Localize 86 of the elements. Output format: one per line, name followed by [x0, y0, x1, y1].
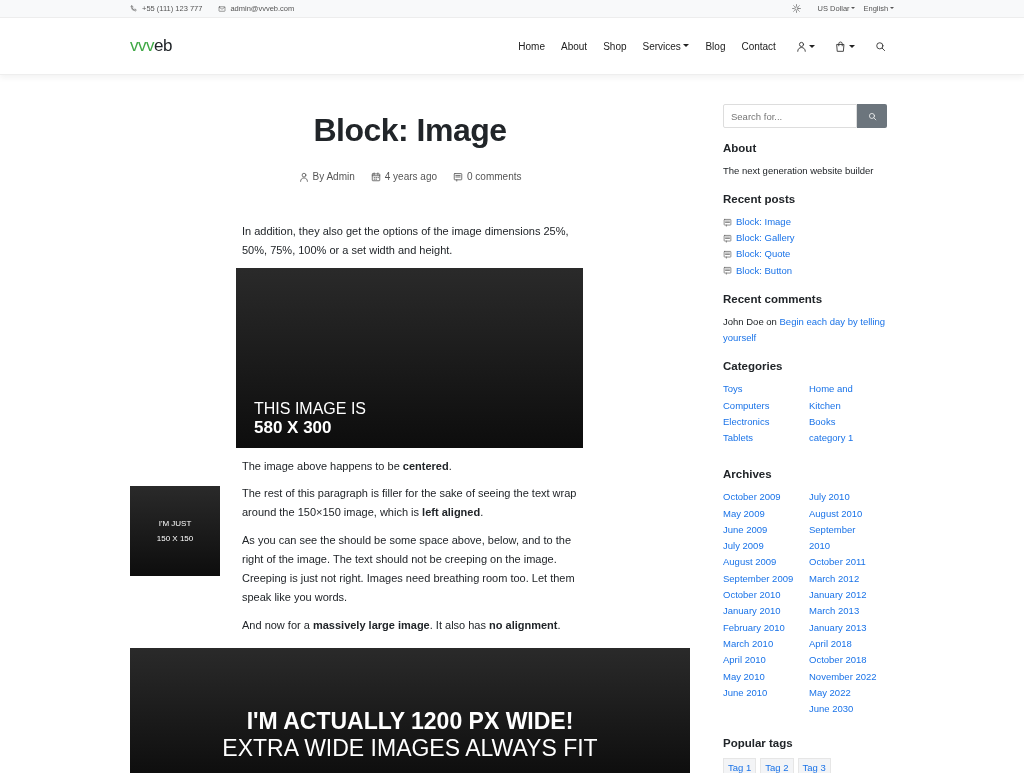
archive-link[interactable]: November 2022: [809, 668, 877, 685]
archive-link[interactable]: June 2009: [723, 521, 809, 539]
image-caption-text: I'M JUST: [158, 518, 192, 531]
paragraph: And now for a massively large image. It also has no alignment.: [242, 618, 562, 634]
post-icon: [723, 217, 732, 227]
section-heading: Recent posts: [723, 193, 797, 207]
tag-link[interactable]: Tag 3: [797, 758, 831, 773]
category-link[interactable]: Books: [809, 413, 877, 431]
section-heading: About: [723, 142, 758, 156]
category-link[interactable]: Toys: [723, 381, 809, 398]
image-caption-text: EXTRA WIDE IMAGES ALWAYS FIT: [222, 735, 598, 763]
archive-link[interactable]: October 2009: [723, 489, 809, 506]
section-heading: Archives: [723, 468, 773, 483]
archive-link[interactable]: January 2012: [809, 587, 877, 604]
user-icon: [795, 40, 807, 52]
search-field[interactable]: Search for...: [723, 104, 857, 128]
post-link[interactable]: Block: Quote: [736, 246, 791, 263]
nav-link[interactable]: Shop: [595, 38, 635, 54]
image-caption-text: THIS IMAGE IS: [254, 399, 367, 419]
archive-link[interactable]: September 2009: [723, 570, 809, 588]
shopping-bag-icon: [835, 40, 847, 52]
envelope-icon: [218, 4, 227, 13]
theme-toggle[interactable]: [792, 4, 802, 13]
post-link[interactable]: Block: Gallery: [736, 230, 795, 247]
paragraph: As you can see the should be some space above, below, and to the right of the image. The text should not be creeping on the image. Creeping is just not right. Images need breathing room too. Let them speak like you words.: [242, 533, 576, 606]
nav-link[interactable]: Services: [634, 38, 698, 54]
post-date: 4 years ago: [384, 170, 437, 185]
phone-icon: [130, 4, 138, 13]
image-caption-text: 150 X 150: [156, 533, 194, 546]
paragraph: The rest of this paragraph is filler for the sake of seeing the text wrap around the 150×150 image, which is left aligned.: [242, 486, 578, 521]
archive-link[interactable]: June 2030: [809, 701, 877, 718]
post-title: Block: Image: [312, 111, 508, 150]
sun-icon: [792, 4, 802, 13]
calendar-icon: [370, 171, 381, 182]
archive-link[interactable]: September 2010: [809, 521, 877, 555]
archive-link[interactable]: April 2010: [723, 652, 809, 669]
comments-icon: [453, 171, 463, 182]
paragraph: In addition, they also get the options of the image dimensions 25%, 50%, 75%, 100% or a set width and height.: [242, 224, 570, 259]
post-icon: [723, 250, 732, 260]
archive-link[interactable]: January 2010: [723, 603, 809, 620]
tag-link[interactable]: Tag 2: [760, 758, 794, 773]
about-text: The next generation website builder: [723, 163, 875, 178]
archive-link[interactable]: August 2009: [723, 554, 809, 571]
search-icon: [867, 111, 877, 121]
category-link[interactable]: Electronics: [723, 413, 809, 431]
image-caption-text: 580 X 300: [254, 418, 333, 439]
archive-link[interactable]: August 2010: [809, 505, 877, 522]
comment-text: John Doe on Begin each day by telling yourself: [723, 314, 887, 346]
archive-link[interactable]: October 2011: [809, 554, 877, 571]
paragraph: The image above happens to be centered.: [242, 459, 453, 475]
archive-link[interactable]: January 2013: [809, 619, 877, 636]
archive-link[interactable]: May 2010: [723, 668, 809, 685]
category-link[interactable]: category 1: [809, 430, 877, 447]
nav-link[interactable]: About: [553, 38, 596, 54]
post-link[interactable]: Block: Button: [736, 262, 792, 280]
archive-link[interactable]: April 2018: [809, 635, 877, 653]
logo[interactable]: vvveb: [130, 33, 172, 59]
nav-link[interactable]: Home: [510, 38, 553, 54]
image-caption-text: I'M ACTUALLY 1200 PX WIDE!: [246, 708, 574, 736]
archive-link[interactable]: March 2013: [809, 603, 877, 620]
archive-link[interactable]: June 2010: [723, 684, 809, 702]
category-link[interactable]: Computers: [723, 397, 809, 414]
section-heading: Categories: [723, 360, 784, 375]
category-link[interactable]: Tablets: [723, 430, 809, 447]
archive-link[interactable]: March 2010: [723, 635, 809, 653]
tag-link[interactable]: Tag 1: [723, 758, 757, 773]
post-icon: [723, 233, 732, 243]
post-author: By Admin: [312, 170, 355, 185]
nav-link[interactable]: Contact: [733, 38, 784, 54]
post-icon: [723, 266, 732, 276]
section-heading: Popular tags: [723, 737, 794, 752]
archive-link[interactable]: May 2022: [809, 684, 877, 702]
post-link[interactable]: Block: Image: [736, 213, 791, 231]
archive-link[interactable]: July 2010: [809, 489, 877, 506]
nav-link[interactable]: Blog: [697, 38, 734, 54]
section-heading: Recent comments: [723, 293, 824, 307]
search-icon: [875, 40, 886, 52]
archive-link[interactable]: July 2009: [723, 538, 809, 555]
author-icon: [298, 171, 309, 182]
comments-link[interactable]: 0 comments: [467, 169, 522, 185]
archive-link[interactable]: May 2009: [723, 505, 809, 522]
archive-link[interactable]: October 2018: [809, 652, 877, 669]
archive-link[interactable]: March 2012: [809, 570, 877, 588]
category-link[interactable]: Home and Kitchen: [809, 381, 877, 414]
archive-link[interactable]: February 2010: [723, 619, 809, 636]
archive-link[interactable]: October 2010: [723, 587, 809, 604]
